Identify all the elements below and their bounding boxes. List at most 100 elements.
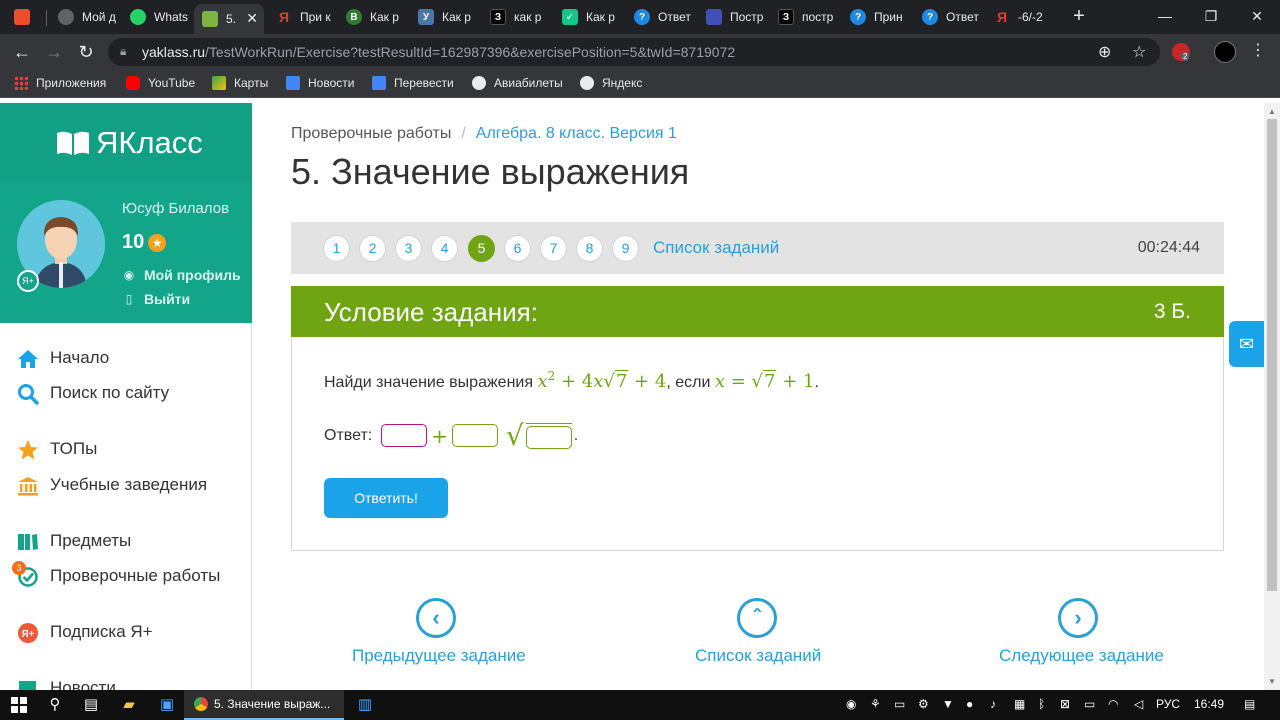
browser-tab[interactable]: ? Ответ <box>626 4 696 30</box>
next-task-link[interactable]: › Следующее задание <box>999 598 1164 666</box>
back-button[interactable]: ← <box>10 40 34 64</box>
browser-tab[interactable]: Whats <box>122 4 192 30</box>
scroll-up-icon[interactable]: ▲ <box>1268 107 1276 116</box>
question-number-button[interactable]: 6 <box>504 235 531 262</box>
windows-start-icon[interactable] <box>8 694 30 716</box>
yaklass-logo[interactable]: ЯКласс <box>56 125 203 161</box>
browser-tab[interactable]: ? Прин <box>842 4 912 30</box>
sidebar-item-subjects[interactable]: Предметы <box>0 526 252 556</box>
sidebar-item-schools[interactable]: Учебные заведения <box>0 470 252 500</box>
profile-avatar[interactable] <box>1214 41 1236 63</box>
tray-app-icon[interactable]: ▭ <box>894 697 905 711</box>
volume-icon[interactable]: ◁ <box>1134 697 1143 711</box>
close-tab-icon[interactable]: ✕ <box>246 10 258 27</box>
sidebar-item-news[interactable]: Новости <box>0 673 252 690</box>
bookmark-youtube[interactable]: YouTube <box>126 76 195 90</box>
tray-app-icon[interactable]: ⚘ <box>870 697 881 711</box>
sidebar-item-tests[interactable]: 3 Проверочные работы <box>0 561 252 591</box>
scroll-down-icon[interactable]: ▼ <box>1268 677 1276 686</box>
clock[interactable]: 16:49 <box>1194 697 1224 711</box>
logout-link[interactable]: ▯ Выйти <box>122 291 190 307</box>
close-window-button[interactable]: ✕ <box>1234 0 1280 32</box>
question-number-button[interactable]: 8 <box>576 235 603 262</box>
answer-input-3[interactable] <box>525 425 572 449</box>
reload-button[interactable]: ↻ <box>74 40 98 64</box>
input-language[interactable]: РУС <box>1156 697 1180 711</box>
scrollbar-thumb[interactable] <box>1267 119 1277 591</box>
tray-app-icon[interactable]: ● <box>966 697 973 711</box>
search-icon[interactable]: ⚲ <box>44 694 66 716</box>
bookmark-star-icon[interactable]: ☆ <box>1132 42 1146 62</box>
tray-app-icon[interactable]: ◉ <box>846 697 856 711</box>
question-number-button[interactable]: 7 <box>540 235 567 262</box>
bookmark-maps[interactable]: Карты <box>212 76 268 90</box>
sidebar-item-home[interactable]: Начало <box>0 343 252 373</box>
browser-tab[interactable]: Я При к <box>268 4 332 30</box>
forward-button[interactable]: → <box>42 40 66 64</box>
breadcrumb-root[interactable]: Проверочные работы <box>291 125 451 142</box>
bluetooth-icon[interactable]: ᛒ <box>1038 697 1045 711</box>
browser-tab[interactable]: Я -6/-2 <box>986 4 1062 30</box>
bookmark-yandex[interactable]: Яндекс <box>580 76 642 90</box>
answer-input-1[interactable] <box>381 424 428 447</box>
minimize-button[interactable]: — <box>1142 0 1188 32</box>
question-number-button[interactable]: 9 <box>612 235 639 262</box>
bookmark-flights[interactable]: Авиабилеты <box>472 76 563 90</box>
feedback-mail-button[interactable]: ✉ <box>1229 321 1264 367</box>
sidebar-item-search[interactable]: Поиск по сайту <box>0 378 252 408</box>
main-content: Проверочные работы / Алгебра. 8 класс. Вер… <box>291 103 1224 690</box>
restore-button[interactable]: ❐ <box>1188 0 1234 32</box>
answer-button[interactable]: Ответить! <box>324 478 448 518</box>
file-explorer-icon[interactable]: ▰ <box>118 694 140 716</box>
install-app-icon[interactable]: ⊕ <box>1098 42 1111 62</box>
breadcrumb-current-link[interactable]: Алгебра. 8 класс. Версия 1 <box>476 125 677 142</box>
tab-label: При к <box>300 10 331 24</box>
browser-tab-active[interactable]: 5. ✕ <box>194 4 264 34</box>
bookmark-news[interactable]: Новости <box>286 76 354 90</box>
browser-toolbar: ← → ↻ 🔒︎ yaklass.ru/TestWorkRun/Exercise… <box>0 34 1280 70</box>
tray-app-icon[interactable]: ⊠ <box>1060 697 1070 711</box>
more-menu-icon[interactable]: ⋮ <box>1250 40 1266 60</box>
notepad-icon[interactable]: ▥ <box>354 694 376 716</box>
taskbar-chrome-window[interactable]: 5. Значение выраж... <box>184 690 344 720</box>
sidebar-item-tops[interactable]: ТОПы <box>0 434 252 464</box>
question-number-button[interactable]: 3 <box>395 235 422 262</box>
sidebar-item-subscription[interactable]: Я+ Подписка Я+ <box>0 617 252 647</box>
browser-tab[interactable]: У Как р <box>410 4 480 30</box>
page-scrollbar[interactable]: ▲ ▼ <box>1264 103 1280 690</box>
store-icon[interactable]: ▣ <box>156 694 178 716</box>
question-number-button[interactable]: 2 <box>359 235 386 262</box>
task-view-icon[interactable]: ▤ <box>80 694 102 716</box>
notifications-icon[interactable]: ▤ <box>1244 697 1255 711</box>
question-number-button[interactable]: 1 <box>323 235 350 262</box>
tray-app-icon[interactable]: ♪ <box>990 697 996 711</box>
bookmark-translate[interactable]: Перевести <box>372 76 454 90</box>
address-bar[interactable]: 🔒︎ yaklass.ru/TestWorkRun/Exercise?testR… <box>108 38 1160 66</box>
question-icon: ? <box>922 9 938 25</box>
wifi-icon[interactable]: ◠ <box>1108 697 1118 711</box>
globe-icon <box>580 76 594 90</box>
browser-tab[interactable] <box>6 4 42 30</box>
browser-tab[interactable]: Мой д <box>50 4 116 30</box>
new-tab-button[interactable]: + <box>1068 5 1090 27</box>
task-list-bottom-link[interactable]: ˆ Список заданий <box>695 598 821 666</box>
tray-app-icon[interactable]: ⚙ <box>918 697 929 711</box>
browser-tab[interactable]: В Как р <box>338 4 408 30</box>
browser-tab[interactable]: З постр <box>770 4 840 30</box>
question-number-button[interactable]: 4 <box>431 235 458 262</box>
browser-tab[interactable]: ✓ Как р <box>554 4 624 30</box>
browser-tab[interactable]: З как р <box>482 4 552 30</box>
question-number-current[interactable]: 5 <box>468 235 495 262</box>
extension-icon[interactable]: 2 <box>1172 43 1190 61</box>
lock-icon: 🔒︎ <box>120 44 127 58</box>
my-profile-link[interactable]: ◉ Мой профиль <box>122 267 241 283</box>
task-list-link[interactable]: Список заданий <box>653 238 779 258</box>
bookmark-apps[interactable]: Приложения <box>14 76 106 90</box>
prev-task-link[interactable]: ‹ Предыдущее задание <box>352 598 526 666</box>
tray-app-icon[interactable]: ▦ <box>1014 697 1025 711</box>
battery-icon[interactable]: ▭ <box>1084 697 1095 711</box>
browser-tab[interactable]: Постр <box>698 4 768 30</box>
browser-tab[interactable]: ? Ответ <box>914 4 984 30</box>
answer-input-2[interactable] <box>451 424 498 447</box>
tray-app-icon[interactable]: ▼ <box>942 697 954 711</box>
